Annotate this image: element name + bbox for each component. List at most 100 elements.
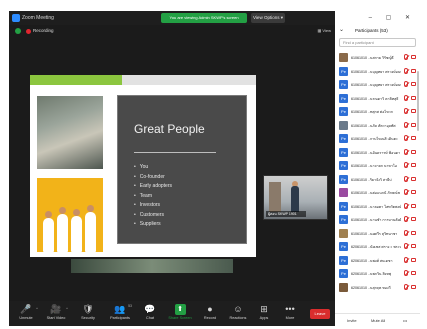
muted-microphone-icon bbox=[404, 81, 408, 87]
unmute-button[interactable]: 🎤 Unmute ^ bbox=[13, 303, 39, 324]
chevron-down-icon[interactable]: ⌄ bbox=[339, 26, 344, 33]
presenter-figure bbox=[291, 186, 299, 212]
participant-name: 61061010 ..นสกาย วิรัชญ์ธี bbox=[351, 56, 394, 60]
video-off-icon bbox=[411, 217, 416, 221]
participant-row[interactable]: Pe 61061010 ..ริยาจังวิ สายีบ่ bbox=[335, 173, 420, 187]
muted-microphone-icon bbox=[404, 216, 408, 222]
participant-count-badge: 53 bbox=[128, 304, 132, 308]
slide-accent-bar bbox=[30, 75, 122, 85]
avatar: Pe bbox=[339, 147, 348, 157]
slide-bullet: Customers bbox=[134, 211, 172, 221]
team-person bbox=[57, 214, 68, 252]
participant-row[interactable]: Pe 61061010 ..นาจาลก นาขาโอ bbox=[335, 159, 420, 173]
video-off-icon bbox=[411, 149, 416, 154]
encryption-shield-icon[interactable] bbox=[15, 28, 21, 34]
view-options-button[interactable]: View Options ▾ bbox=[251, 13, 285, 23]
video-camera-icon: 🎥 bbox=[50, 304, 62, 314]
security-button[interactable]: 🛡 Security bbox=[75, 303, 101, 324]
participant-row[interactable]: 61061010 ..นสกาย วิรัชญ์ธี bbox=[335, 51, 420, 65]
apps-button[interactable]: ⊞ Apps bbox=[251, 303, 277, 324]
participant-list-scrollbar[interactable] bbox=[417, 71, 419, 131]
leave-button[interactable]: Leave bbox=[310, 309, 330, 319]
team-person-head bbox=[59, 207, 66, 214]
mute-all-button[interactable]: Mute All bbox=[371, 318, 385, 323]
team-person bbox=[43, 218, 54, 252]
participant-name: 62061010 ..นสุกฤต ทองวี bbox=[351, 285, 391, 290]
participant-name: 61061010 ..นบุญทยา ศรวงษ์อนหนู bbox=[351, 69, 401, 74]
participant-row[interactable]: Pe 61061010 ..นาลอตา โสทวัตพงษ์ bbox=[335, 200, 420, 214]
participant-row[interactable]: 61061010 ..นภัล สัตวาอุลทัศ bbox=[335, 119, 420, 133]
chat-button[interactable]: 💬 Chat bbox=[137, 303, 163, 324]
participant-row[interactable]: 61061010 ..นต่อแนกนั ภักษณ์ช bbox=[335, 186, 420, 200]
slide-heading: Great People bbox=[134, 122, 205, 136]
invite-button[interactable]: Invite bbox=[347, 318, 357, 323]
window-controls[interactable]: – ▢ ✕ bbox=[369, 14, 416, 21]
video-off-icon bbox=[411, 68, 416, 73]
muted-microphone-icon bbox=[404, 256, 408, 263]
participants-panel: – ▢ ✕ ⌄ Participants (53) Find a partici… bbox=[335, 11, 420, 326]
video-off-icon bbox=[411, 203, 416, 208]
presentation-slide: Great People You Co-founder Early adopte… bbox=[30, 75, 256, 257]
avatar: Pe bbox=[339, 215, 348, 224]
slide-header-bar bbox=[122, 75, 256, 85]
participant-row[interactable]: 62061010 ..นสุกฤต ทองวี bbox=[335, 281, 420, 295]
video-off-icon bbox=[411, 176, 416, 181]
participants-header: ⌄ Participants (53) bbox=[335, 25, 420, 37]
shield-icon: 🛡 bbox=[82, 304, 94, 314]
team-person bbox=[71, 216, 82, 252]
participant-row[interactable]: Pe 61061010 ..กาบไขเนสิ เดินตะ bbox=[335, 132, 420, 146]
avatar bbox=[339, 228, 348, 238]
more-button[interactable]: ••• More bbox=[277, 303, 303, 324]
video-off-icon bbox=[411, 244, 416, 248]
more-options-button[interactable]: ••• bbox=[403, 318, 407, 323]
share-screen-button[interactable]: ⬆ Share Screen bbox=[167, 303, 193, 324]
participant-row[interactable]: Pe 62061010 ..นพงศ์ สนเดชา bbox=[335, 254, 420, 268]
record-button[interactable]: ● Record bbox=[197, 303, 223, 324]
avatar: Pe bbox=[339, 201, 348, 211]
view-button[interactable]: ▦ View bbox=[313, 27, 332, 35]
team-photo bbox=[37, 178, 103, 252]
reactions-button[interactable]: ☺ Reactions bbox=[225, 303, 251, 324]
participant-row[interactable]: Pe 61061010 ..นบุญทยา ศรวงษ์อนหนู bbox=[335, 65, 420, 79]
avatar bbox=[339, 188, 348, 197]
title-bar: Zoom Meeting You are viewing Admin SKWP'… bbox=[9, 11, 335, 25]
chat-label: Chat bbox=[145, 316, 155, 320]
chevron-up-icon[interactable]: ^ bbox=[66, 306, 68, 311]
record-label: Record bbox=[203, 316, 217, 320]
participant-row[interactable]: Pe 61061010 ..นรณดาวิ คาลิทสุธิ bbox=[335, 92, 420, 106]
video-off-icon bbox=[411, 109, 416, 113]
next-slide-peek bbox=[71, 259, 233, 273]
participants-button[interactable]: 👥 Participants 53 bbox=[107, 303, 133, 324]
participant-search-input[interactable]: Find a participant bbox=[339, 38, 416, 47]
start-video-button[interactable]: 🎥 Start Video ^ bbox=[43, 303, 69, 324]
participant-row[interactable]: Pe 61061010 ..นอันดรารษ์ ฟ้อนดา bbox=[335, 146, 420, 160]
participant-row[interactable]: Pe 62061010 ..นัยเชส ศราง ะ พระนุย bbox=[335, 240, 420, 254]
gym-photo bbox=[37, 96, 103, 169]
participant-row[interactable]: 61061010 ..นยศวีร สุวิทนาชา bbox=[335, 227, 420, 241]
participant-video-tile[interactable]: ผู้สอน SKWP 1901 bbox=[263, 175, 328, 220]
participant-row[interactable]: Pe 61061010 ..ทสุกส ต่อไขวก bbox=[335, 105, 420, 119]
muted-microphone-icon bbox=[404, 54, 408, 60]
avatar: Pe bbox=[339, 174, 348, 184]
avatar bbox=[339, 53, 348, 62]
participant-row[interactable]: Pe 61061010 ..นบุญทยา ศรวงษ์อนหนู bbox=[335, 78, 420, 92]
more-label: More bbox=[285, 316, 295, 320]
participant-row[interactable]: Pe 62061010 ..นพกวิน สิงหพุ bbox=[335, 267, 420, 281]
video-off-icon bbox=[411, 271, 416, 275]
apps-icon: ⊞ bbox=[260, 304, 268, 314]
record-icon: ● bbox=[207, 304, 213, 314]
team-person-head bbox=[87, 205, 94, 212]
slide-bullet: You bbox=[134, 163, 172, 173]
security-label: Security bbox=[81, 316, 95, 320]
muted-microphone-icon bbox=[404, 189, 408, 195]
muted-microphone-icon bbox=[404, 67, 408, 74]
smiley-icon: ☺ bbox=[233, 304, 243, 314]
chevron-up-icon[interactable]: ^ bbox=[36, 306, 38, 311]
video-off-icon bbox=[411, 122, 416, 127]
participant-row[interactable]: Pe 61061010 ..นานชำ การบานลัยดี bbox=[335, 213, 420, 227]
slide-bullet: Investors bbox=[134, 201, 172, 211]
slide-divider bbox=[134, 152, 216, 153]
avatar: Pe bbox=[339, 93, 348, 103]
muted-microphone-icon bbox=[404, 270, 408, 276]
slide-bullet: Early adopters bbox=[134, 182, 172, 192]
